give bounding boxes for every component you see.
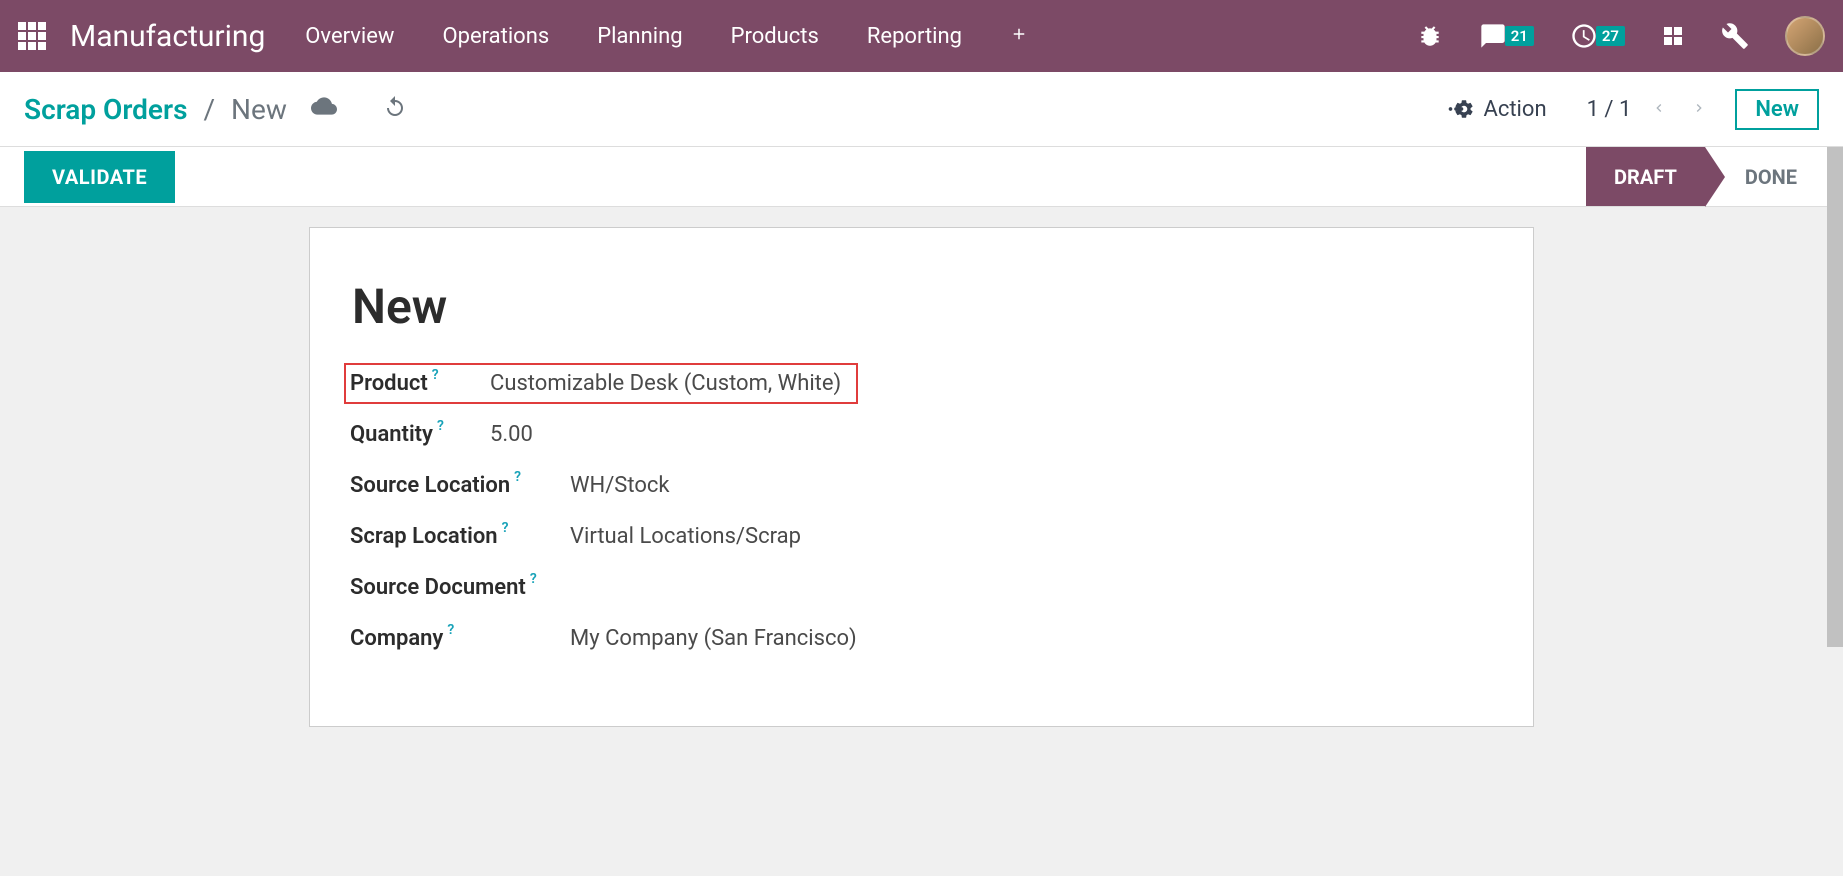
value-scrap-location[interactable]: Virtual Locations/Scrap bbox=[570, 524, 801, 549]
main: New Product? Customizable Desk (Custom, … bbox=[0, 207, 1843, 727]
undo-icon[interactable] bbox=[383, 93, 407, 126]
action-label: Action bbox=[1483, 97, 1546, 122]
label-source-document: Source Document? bbox=[350, 575, 570, 600]
bug-icon[interactable] bbox=[1417, 23, 1443, 49]
scrollbar[interactable] bbox=[1827, 147, 1843, 876]
nav-add[interactable] bbox=[1010, 24, 1028, 49]
form-rows: Product? Customizable Desk (Custom, Whit… bbox=[350, 371, 1493, 651]
label-scrap-location: Scrap Location? bbox=[350, 524, 570, 549]
breadcrumb: Scrap Orders / New bbox=[24, 93, 407, 126]
messages-icon[interactable]: 21 bbox=[1479, 22, 1534, 50]
nav-products[interactable]: Products bbox=[731, 24, 819, 49]
status-bar: VALIDATE DRAFT DONE bbox=[0, 147, 1843, 207]
value-product[interactable]: Customizable Desk (Custom, White) bbox=[490, 371, 841, 396]
activities-badge: 27 bbox=[1596, 26, 1625, 46]
grid-small-icon[interactable] bbox=[1661, 24, 1685, 48]
activities-icon[interactable]: 27 bbox=[1570, 22, 1625, 50]
action-button[interactable]: Action bbox=[1445, 97, 1546, 122]
help-icon[interactable]: ? bbox=[530, 571, 537, 587]
scrollbar-thumb[interactable] bbox=[1827, 147, 1843, 647]
validate-button[interactable]: VALIDATE bbox=[24, 151, 175, 203]
label-product: Product? bbox=[350, 371, 490, 396]
row-source-document: Source Document? bbox=[350, 575, 1493, 600]
pager-next[interactable] bbox=[1687, 97, 1711, 122]
help-icon[interactable]: ? bbox=[447, 622, 454, 638]
row-company: Company? My Company (San Francisco) bbox=[350, 626, 1493, 651]
cloud-icon[interactable] bbox=[311, 93, 337, 126]
row-quantity: Quantity? 5.00 bbox=[350, 422, 1493, 447]
breadcrumb-root[interactable]: Scrap Orders bbox=[24, 93, 187, 126]
form-sheet: New Product? Customizable Desk (Custom, … bbox=[309, 227, 1534, 727]
label-quantity: Quantity? bbox=[350, 422, 490, 447]
nav-operations[interactable]: Operations bbox=[442, 24, 549, 49]
help-icon[interactable]: ? bbox=[437, 418, 444, 434]
nav-planning[interactable]: Planning bbox=[597, 24, 682, 49]
pager: 1 / 1 bbox=[1587, 97, 1712, 122]
tools-icon[interactable] bbox=[1721, 22, 1749, 50]
breadcrumb-sep: / bbox=[203, 93, 215, 126]
pager-prev[interactable] bbox=[1647, 97, 1671, 122]
row-product: Product? Customizable Desk (Custom, Whit… bbox=[344, 363, 858, 404]
nav-menu: Overview Operations Planning Products Re… bbox=[305, 24, 1028, 49]
messages-badge: 21 bbox=[1505, 26, 1534, 46]
value-quantity[interactable]: 5.00 bbox=[490, 422, 533, 447]
nav-right: 21 27 bbox=[1417, 16, 1825, 56]
top-nav: Manufacturing Overview Operations Planni… bbox=[0, 0, 1843, 72]
avatar[interactable] bbox=[1785, 16, 1825, 56]
value-source-location[interactable]: WH/Stock bbox=[570, 473, 670, 498]
form-title: New bbox=[352, 278, 1493, 335]
apps-icon[interactable] bbox=[18, 22, 46, 50]
label-company: Company? bbox=[350, 626, 570, 651]
help-icon[interactable]: ? bbox=[514, 469, 521, 485]
value-company[interactable]: My Company (San Francisco) bbox=[570, 626, 857, 651]
app-title: Manufacturing bbox=[70, 19, 265, 54]
row-source-location: Source Location? WH/Stock bbox=[350, 473, 1493, 498]
label-source-location: Source Location? bbox=[350, 473, 570, 498]
status-draft[interactable]: DRAFT bbox=[1586, 147, 1705, 206]
nav-reporting[interactable]: Reporting bbox=[867, 24, 962, 49]
status-steps: DRAFT DONE bbox=[1586, 147, 1825, 206]
help-icon[interactable]: ? bbox=[432, 367, 439, 383]
nav-overview[interactable]: Overview bbox=[305, 24, 394, 49]
breadcrumb-current: New bbox=[231, 93, 287, 126]
row-scrap-location: Scrap Location? Virtual Locations/Scrap bbox=[350, 524, 1493, 549]
new-button[interactable]: New bbox=[1735, 89, 1819, 130]
pager-text: 1 / 1 bbox=[1587, 97, 1632, 122]
control-bar: Scrap Orders / New Action 1 / 1 New bbox=[0, 72, 1843, 147]
help-icon[interactable]: ? bbox=[502, 520, 509, 536]
